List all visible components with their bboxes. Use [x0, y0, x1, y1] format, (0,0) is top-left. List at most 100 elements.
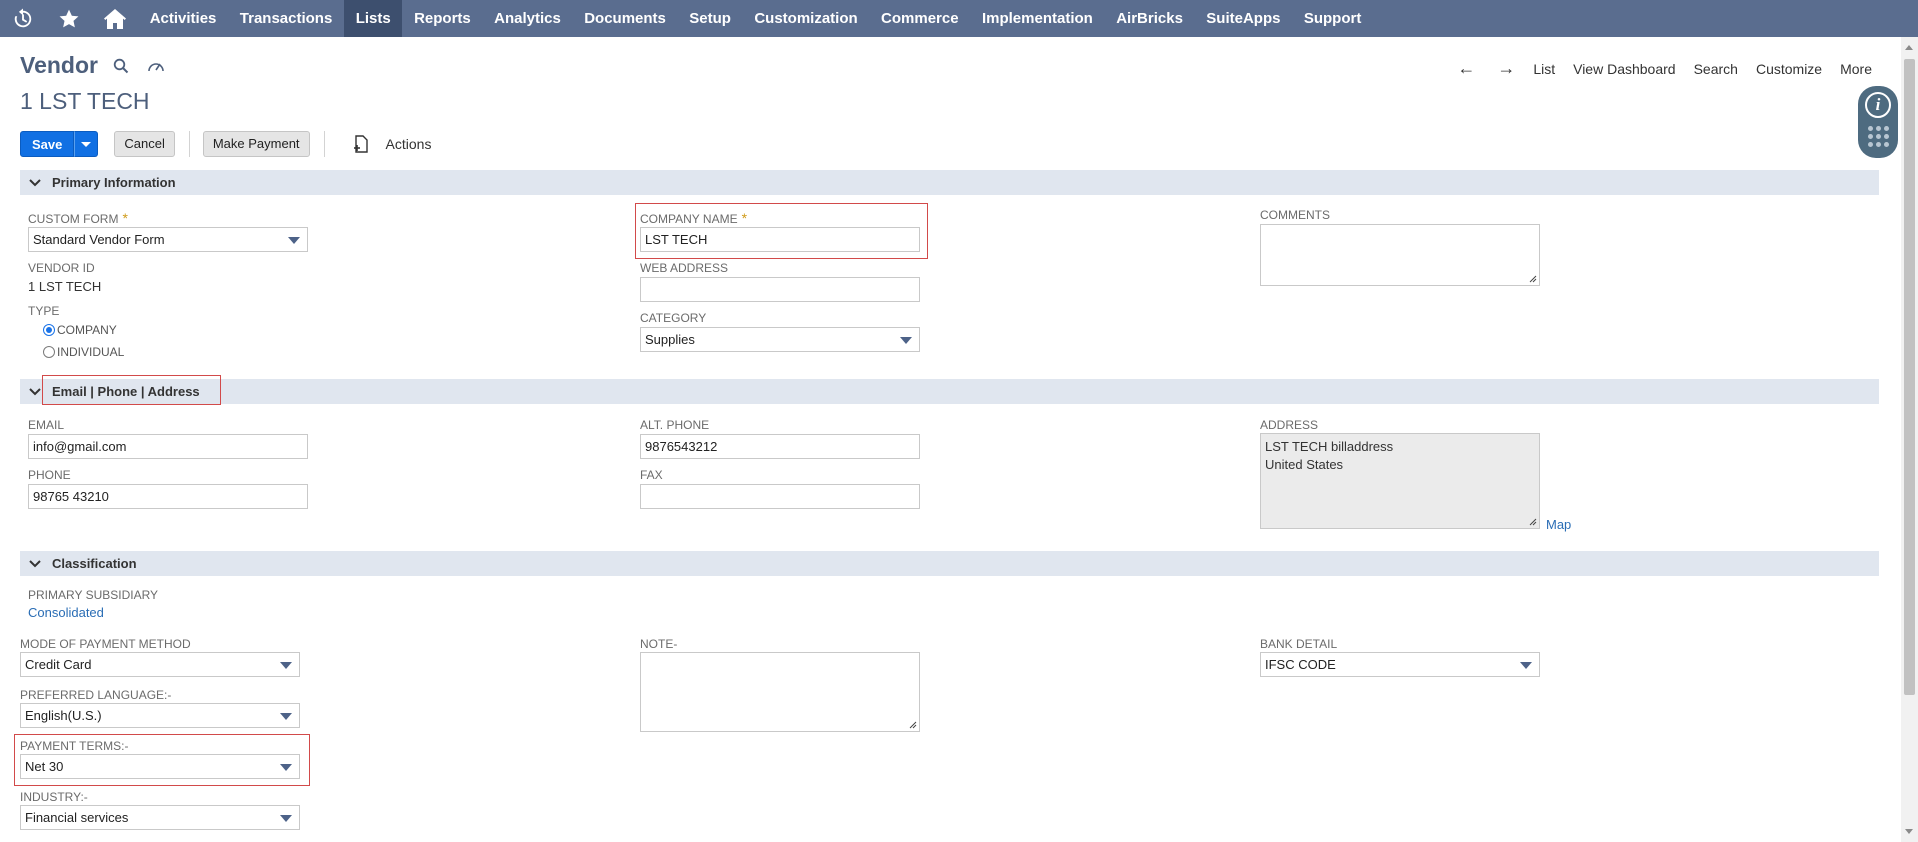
- recent-icon[interactable]: [0, 0, 46, 37]
- highlight-contact-section: [42, 375, 221, 405]
- nav-item-support[interactable]: Support: [1292, 0, 1373, 37]
- chevron-down-icon: [81, 141, 92, 147]
- resize-grip-icon[interactable]: [1529, 518, 1537, 526]
- address-textarea[interactable]: LST TECH billaddress United States: [1260, 433, 1540, 529]
- nav-item-reports[interactable]: Reports: [402, 0, 482, 37]
- nav-item-implementation[interactable]: Implementation: [970, 0, 1104, 37]
- dropdown-arrow-icon: [900, 337, 912, 344]
- dashboard-gauge-icon[interactable]: [147, 59, 165, 76]
- top-navigation-bar: Activities Transactions Lists Reports An…: [0, 0, 1918, 37]
- next-arrow-icon[interactable]: →: [1497, 58, 1515, 79]
- type-label: TYPE: [28, 304, 60, 318]
- preferred-language-label: PREFERRED LANGUAGE:-: [20, 688, 172, 702]
- note-textarea[interactable]: [640, 652, 920, 732]
- dropdown-arrow-icon: [280, 764, 292, 771]
- comments-label: COMMENTS: [1260, 208, 1330, 222]
- dropdown-arrow-icon: [280, 815, 292, 822]
- vendor-id-label: VENDOR ID: [28, 261, 95, 275]
- address-text: LST TECH billaddress United States: [1265, 439, 1394, 472]
- industry-select[interactable]: Financial services: [20, 805, 300, 830]
- customize-link[interactable]: Customize: [1756, 61, 1822, 77]
- payment-terms-select[interactable]: Net 30: [20, 754, 300, 779]
- chevron-down-icon: [28, 176, 42, 190]
- primary-subsidiary-value[interactable]: Consolidated: [28, 605, 104, 620]
- dropdown-arrow-icon: [1520, 662, 1532, 669]
- fax-input[interactable]: [640, 484, 920, 509]
- section-title: Classification: [52, 556, 137, 571]
- nav-item-customization[interactable]: Customization: [743, 0, 870, 37]
- button-divider: [323, 131, 325, 157]
- vendor-id-value: 1 LST TECH: [28, 279, 102, 294]
- list-link[interactable]: List: [1533, 61, 1555, 77]
- make-payment-button[interactable]: Make Payment: [202, 131, 310, 157]
- company-name-label: COMPANY NAME *: [640, 210, 748, 226]
- resize-grip-icon[interactable]: [909, 721, 917, 729]
- side-widget[interactable]: i: [1858, 86, 1898, 158]
- nav-item-setup[interactable]: Setup: [678, 0, 743, 37]
- nav-item-activities[interactable]: Activities: [138, 0, 228, 37]
- actions-label: Actions: [385, 136, 432, 152]
- nav-item-commerce[interactable]: Commerce: [869, 0, 970, 37]
- company-name-input[interactable]: LST TECH: [640, 227, 920, 252]
- comments-textarea[interactable]: [1260, 224, 1540, 286]
- phone-input[interactable]: 98765 43210: [28, 484, 308, 509]
- apps-grid-icon[interactable]: [1867, 126, 1889, 147]
- address-label: ADDRESS: [1260, 418, 1319, 432]
- radio-unselected-icon: [43, 346, 55, 358]
- nav-item-documents[interactable]: Documents: [573, 0, 678, 37]
- actions-menu[interactable]: Actions: [353, 135, 432, 153]
- alt-phone-input[interactable]: 9876543212: [640, 434, 920, 459]
- category-label: CATEGORY: [640, 311, 707, 325]
- previous-arrow-icon[interactable]: ←: [1457, 58, 1475, 79]
- bank-detail-select[interactable]: IFSC CODE: [1260, 652, 1540, 677]
- search-link[interactable]: Search: [1694, 61, 1738, 77]
- cancel-button[interactable]: Cancel: [114, 131, 175, 157]
- nav-item-transactions[interactable]: Transactions: [228, 0, 344, 37]
- more-link[interactable]: More: [1840, 61, 1872, 77]
- home-icon[interactable]: [92, 0, 138, 37]
- web-address-input[interactable]: [640, 277, 920, 302]
- type-company-radio[interactable]: COMPANY: [43, 323, 117, 337]
- mode-of-payment-label: MODE OF PAYMENT METHOD: [20, 637, 191, 651]
- dropdown-arrow-icon: [280, 662, 292, 669]
- scroll-up-arrow-icon[interactable]: [1905, 45, 1913, 50]
- info-icon[interactable]: i: [1865, 92, 1891, 118]
- primary-subsidiary-label: PRIMARY SUBSIDIARY: [28, 588, 159, 602]
- alt-phone-label: ALT. PHONE: [640, 418, 710, 432]
- payment-terms-label: PAYMENT TERMS:-: [20, 739, 129, 753]
- save-dropdown-button[interactable]: [74, 131, 99, 157]
- industry-label: INDUSTRY:-: [20, 790, 88, 804]
- vertical-scrollbar[interactable]: [1901, 37, 1918, 842]
- section-title: Primary Information: [52, 175, 176, 190]
- resize-grip-icon[interactable]: [1529, 275, 1537, 283]
- email-input[interactable]: info@gmail.com: [28, 434, 308, 459]
- search-icon[interactable]: [113, 58, 129, 77]
- button-divider: [188, 131, 190, 157]
- star-icon[interactable]: [46, 0, 92, 37]
- nav-item-analytics[interactable]: Analytics: [482, 0, 572, 37]
- required-star-icon: *: [122, 210, 128, 226]
- type-individual-radio[interactable]: INDIVIDUAL: [43, 345, 124, 359]
- preferred-language-select[interactable]: English(U.S.): [20, 703, 300, 728]
- mode-of-payment-select[interactable]: Credit Card: [20, 652, 300, 677]
- required-star-icon: *: [741, 210, 748, 226]
- map-link[interactable]: Map: [1546, 517, 1571, 532]
- scroll-down-arrow-icon[interactable]: [1905, 829, 1913, 834]
- nav-item-airbricks[interactable]: AirBricks: [1105, 0, 1195, 37]
- section-email-phone-address[interactable]: Email | Phone | Address: [20, 379, 1879, 404]
- button-bar: Save Cancel Make Payment Actions: [20, 131, 431, 157]
- category-select[interactable]: Supplies: [640, 327, 920, 352]
- save-button[interactable]: Save: [20, 131, 75, 157]
- note-label: NOTE-: [640, 637, 678, 651]
- view-dashboard-link[interactable]: View Dashboard: [1573, 61, 1675, 77]
- scrollbar-thumb[interactable]: [1904, 59, 1915, 695]
- section-primary-information[interactable]: Primary Information: [20, 170, 1879, 195]
- fax-label: FAX: [640, 468, 663, 482]
- radio-selected-icon: [43, 324, 55, 336]
- chevron-down-icon: [28, 385, 42, 399]
- custom-form-select[interactable]: Standard Vendor Form: [28, 227, 308, 252]
- nav-item-suiteapps[interactable]: SuiteApps: [1195, 0, 1293, 37]
- section-classification[interactable]: Classification: [20, 551, 1879, 576]
- phone-label: PHONE: [28, 468, 71, 482]
- nav-item-lists[interactable]: Lists: [344, 0, 403, 37]
